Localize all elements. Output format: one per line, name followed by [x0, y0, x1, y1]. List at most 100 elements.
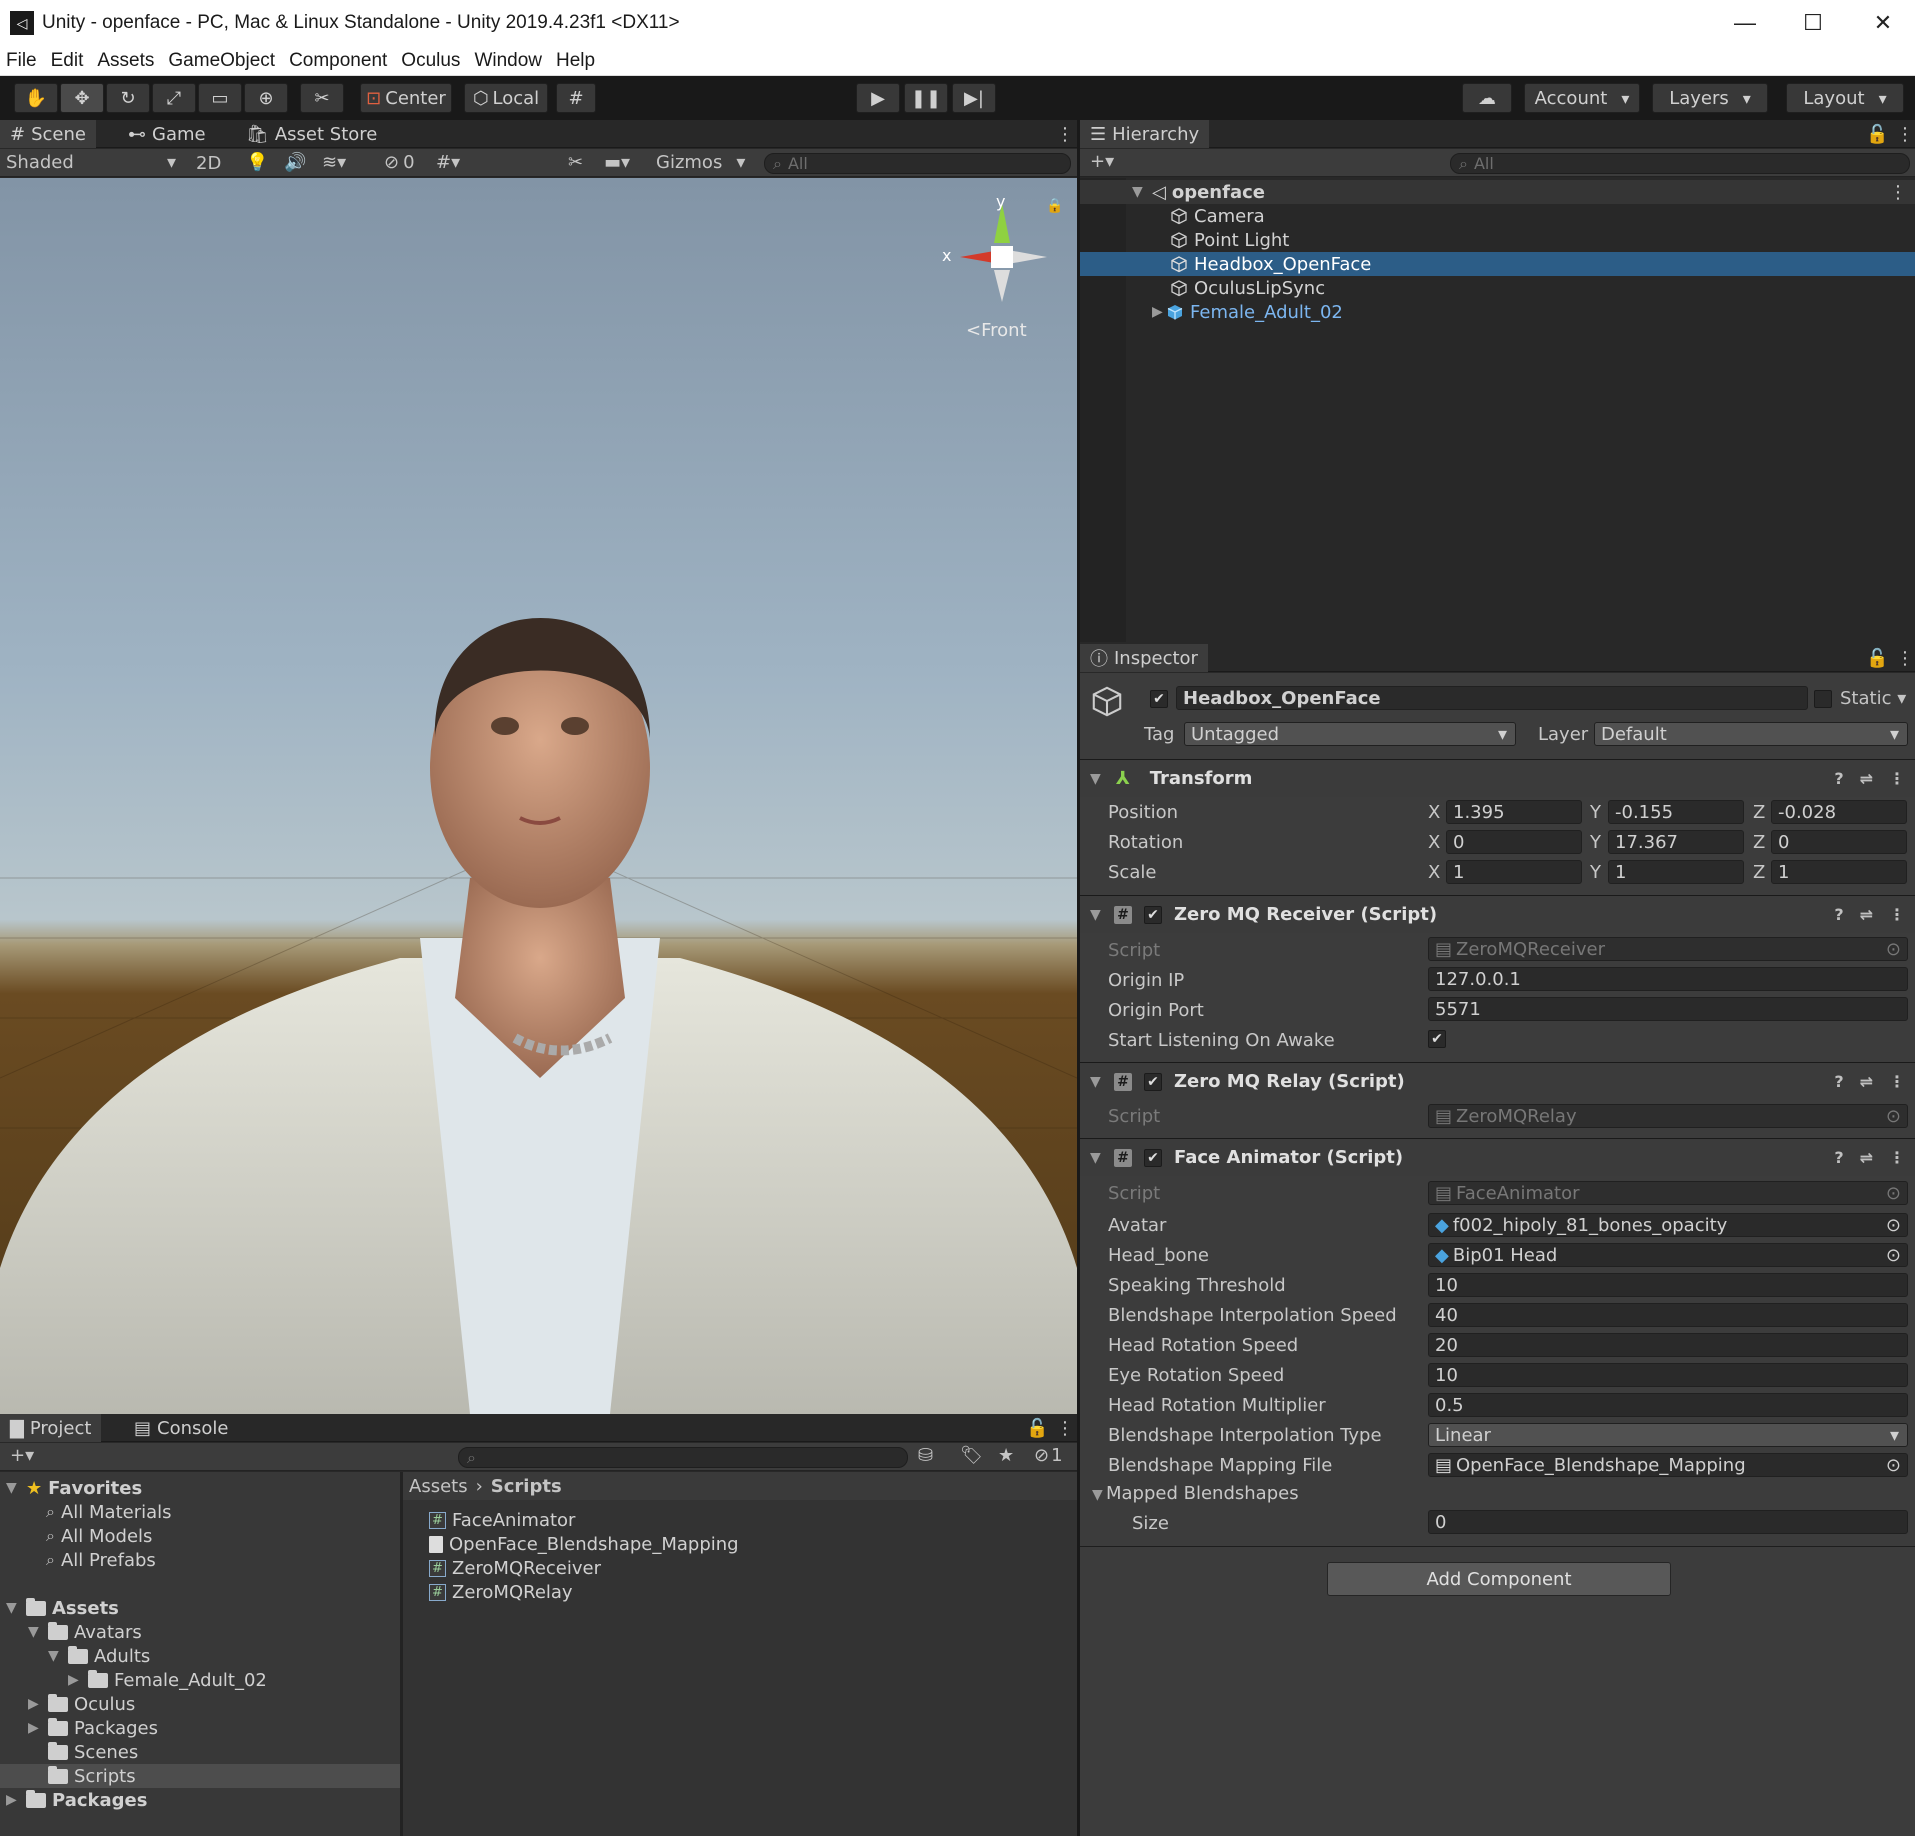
hierarchy-menu-icon[interactable]: ⋮	[1886, 120, 1915, 148]
menu-help[interactable]: Help	[556, 50, 595, 72]
grid-visibility-icon[interactable]: #▾	[436, 152, 460, 173]
preset-icon[interactable]: ⇌	[1860, 905, 1873, 924]
account-dropdown[interactable]: Account	[1524, 83, 1640, 113]
hierarchy-search-input[interactable]: ⌕ All	[1450, 153, 1910, 174]
scene-row[interactable]: ▼ ◁ openface ⋮	[1080, 180, 1915, 204]
toggle-2d-button[interactable]: 2D	[196, 153, 221, 174]
favorite-item[interactable]: ⌕ All Prefabs	[46, 1548, 156, 1572]
tab-hierarchy[interactable]: ☰ Hierarchy	[1080, 120, 1210, 148]
folder-scenes[interactable]: Scenes	[28, 1740, 138, 1764]
preset-icon[interactable]: ⇌	[1860, 769, 1873, 788]
zmq-relay-header[interactable]: ▼ # ✔ Zero MQ Relay (Script) ? ⇌ ⋮	[1080, 1062, 1915, 1100]
folder-female-adult[interactable]: ▶ Female_Adult_02	[68, 1668, 267, 1692]
folder-avatars[interactable]: ▼ Avatars	[28, 1620, 142, 1644]
tab-game[interactable]: ⊷ Game	[118, 120, 216, 148]
filter-by-label-icon[interactable]: 🏷	[960, 1445, 983, 1466]
axis-label-x[interactable]: X	[1428, 802, 1440, 823]
hierarchy-item-oculuslipsync[interactable]: OculusLipSync	[1080, 276, 1915, 300]
component-menu-icon[interactable]: ⋮	[1889, 1072, 1905, 1091]
preset-icon[interactable]: ⇌	[1860, 1072, 1873, 1091]
rotation-z-input[interactable]: 0	[1771, 830, 1907, 854]
tag-dropdown[interactable]: Untagged ▾	[1184, 722, 1516, 746]
number-input[interactable]: 40	[1428, 1303, 1908, 1327]
add-component-button[interactable]: Add Component	[1327, 1562, 1671, 1596]
object-picker-icon[interactable]: ⊙	[1886, 1455, 1901, 1476]
face-animator-header[interactable]: ▼ # ✔ Face Animator (Script) ? ⇌ ⋮	[1080, 1138, 1915, 1176]
preset-icon[interactable]: ⇌	[1860, 1148, 1873, 1167]
object-picker-icon[interactable]: ⊙	[1886, 1215, 1901, 1236]
size-input[interactable]: 0	[1428, 1510, 1908, 1534]
grid-snap-icon[interactable]: #	[556, 83, 596, 113]
favorite-item[interactable]: ⌕ All Models	[46, 1524, 152, 1548]
tab-console[interactable]: ▤ Console	[124, 1414, 238, 1442]
hidden-packages-button[interactable]: ⊘ 1	[1034, 1445, 1063, 1466]
position-z-input[interactable]: -0.028	[1771, 800, 1907, 824]
rotation-x-input[interactable]: 0	[1446, 830, 1582, 854]
cloud-icon[interactable]: ☁	[1462, 83, 1512, 113]
component-enabled-checkbox[interactable]: ✔	[1144, 1072, 1162, 1091]
hierarchy-item-point-light[interactable]: Point Light	[1080, 228, 1915, 252]
camera-icon[interactable]: ▬▾	[604, 152, 630, 173]
number-input[interactable]: 10	[1428, 1273, 1908, 1297]
axis-label-y[interactable]: Y	[1590, 832, 1601, 853]
pause-button[interactable]: ❚❚	[904, 83, 948, 113]
packages-row[interactable]: ▶ Packages	[6, 1788, 147, 1812]
close-button[interactable]: ✕	[1848, 0, 1915, 46]
hierarchy-item-female-adult[interactable]: ▶ Female_Adult_02	[1080, 300, 1915, 324]
gizmo-front-label[interactable]: <Front	[966, 320, 1027, 341]
rect-tool-icon[interactable]: ▭	[198, 83, 242, 113]
effects-icon[interactable]: ≋▾	[322, 152, 346, 173]
layers-dropdown[interactable]: Layers	[1652, 83, 1768, 113]
axis-label-x[interactable]: X	[1428, 832, 1440, 853]
scale-x-input[interactable]: 1	[1446, 860, 1582, 884]
expand-arrow-icon[interactable]: ▶	[1152, 304, 1166, 320]
help-icon[interactable]: ?	[1834, 769, 1843, 788]
menu-oculus[interactable]: Oculus	[401, 50, 460, 72]
hidden-objects-button[interactable]: ⊘ 0	[384, 152, 415, 173]
rotation-y-input[interactable]: 17.367	[1608, 830, 1744, 854]
component-enabled-checkbox[interactable]: ✔	[1144, 905, 1162, 924]
shading-dropdown[interactable]: Shaded ▾	[6, 152, 176, 173]
favorite-star-icon[interactable]: ★	[998, 1445, 1014, 1466]
object-picker-icon[interactable]: ⊙	[1886, 1245, 1901, 1266]
scale-z-input[interactable]: 1	[1771, 860, 1907, 884]
menu-edit[interactable]: Edit	[51, 50, 84, 72]
help-icon[interactable]: ?	[1834, 1148, 1843, 1167]
add-object-button[interactable]: +▾	[1090, 151, 1114, 172]
folder-oculus[interactable]: ▶ Oculus	[28, 1692, 135, 1716]
zmq-receiver-header[interactable]: ▼ # ✔ Zero MQ Receiver (Script) ? ⇌ ⋮	[1080, 895, 1915, 933]
object-reference-field[interactable]: ▤ OpenFace_Blendshape_Mapping ⊙	[1428, 1453, 1908, 1477]
file-item[interactable]: # ZeroMQRelay	[429, 1580, 573, 1604]
project-search-input[interactable]: ⌕	[458, 1447, 908, 1468]
listen-on-awake-checkbox[interactable]: ✔	[1428, 1030, 1446, 1048]
hierarchy-item-headbox[interactable]: Headbox_OpenFace	[1080, 252, 1915, 276]
object-reference-field[interactable]: ◆ Bip01 Head ⊙	[1428, 1243, 1908, 1267]
number-input[interactable]: 20	[1428, 1333, 1908, 1357]
component-menu-icon[interactable]: ⋮	[1889, 769, 1905, 788]
lock-icon[interactable]: 🔒	[1046, 198, 1063, 214]
component-enabled-checkbox[interactable]: ✔	[1144, 1148, 1162, 1167]
assets-row[interactable]: ▼ Assets	[6, 1596, 119, 1620]
menu-component[interactable]: Component	[289, 50, 387, 72]
hierarchy-item-camera[interactable]: Camera	[1080, 204, 1915, 228]
axis-label-z[interactable]: Z	[1753, 832, 1765, 853]
number-input[interactable]: 0.5	[1428, 1393, 1908, 1417]
active-checkbox[interactable]: ✔	[1150, 690, 1168, 708]
custom-tool-icon[interactable]: ✂	[300, 83, 344, 113]
origin-ip-input[interactable]: 127.0.0.1	[1428, 967, 1908, 991]
gizmos-dropdown[interactable]: Gizmos ▾	[656, 152, 745, 173]
breadcrumb-scripts[interactable]: Scripts	[491, 1476, 562, 1497]
static-dropdown[interactable]: Static ▾	[1840, 688, 1906, 709]
move-tool-icon[interactable]: ✥	[60, 83, 104, 113]
file-item[interactable]: OpenFace_Blendshape_Mapping	[429, 1532, 739, 1556]
static-checkbox[interactable]	[1814, 690, 1832, 708]
scene-view[interactable]: y x 🔒 <Front	[0, 178, 1077, 1414]
maximize-button[interactable]: ☐	[1778, 0, 1848, 46]
help-icon[interactable]: ?	[1834, 905, 1843, 924]
file-item[interactable]: # FaceAnimator	[429, 1508, 575, 1532]
object-name-field[interactable]: Headbox_OpenFace	[1176, 686, 1808, 710]
component-menu-icon[interactable]: ⋮	[1889, 905, 1905, 924]
menu-assets[interactable]: Assets	[97, 50, 154, 72]
tab-scene[interactable]: # Scene	[0, 120, 96, 148]
layout-dropdown[interactable]: Layout	[1786, 83, 1904, 113]
